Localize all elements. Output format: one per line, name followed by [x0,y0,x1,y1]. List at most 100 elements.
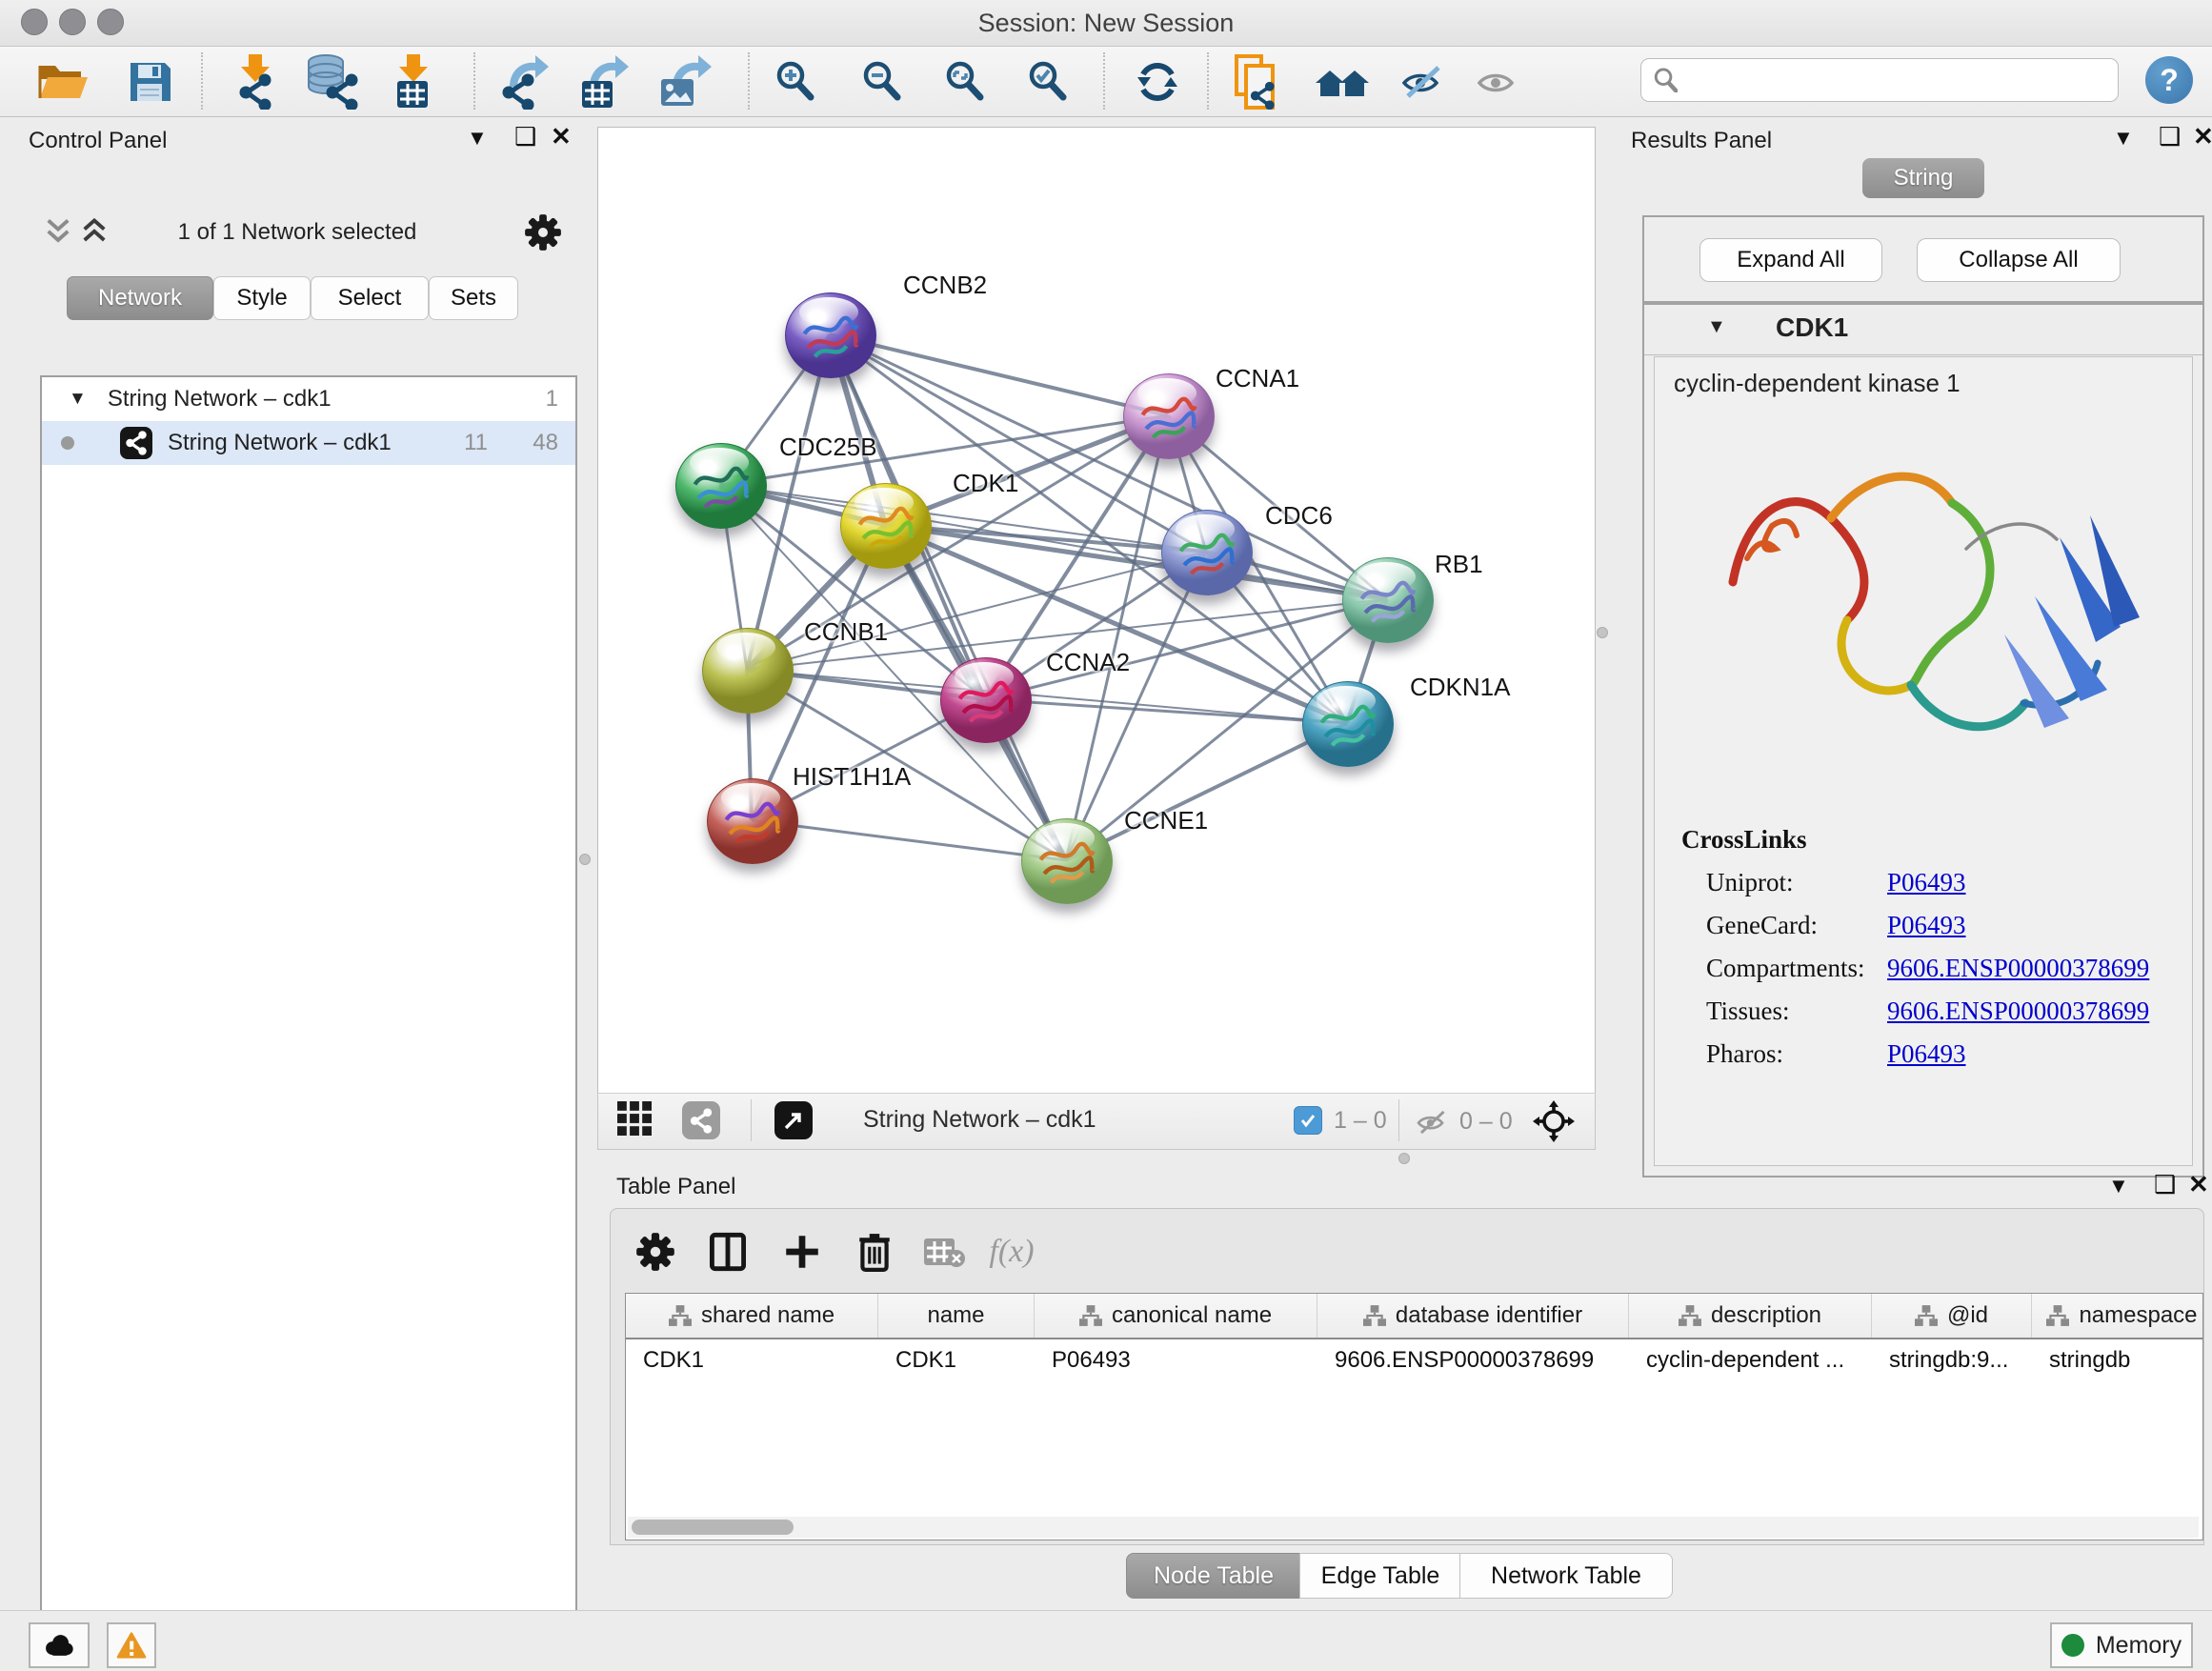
panel-menu-icon[interactable]: ▼ [467,126,488,151]
network-node-ccna1[interactable] [1123,373,1215,459]
panel-menu-icon[interactable]: ▼ [2108,1174,2129,1198]
tab-style[interactable]: Style [213,276,311,320]
detach-view-icon[interactable] [774,1101,813,1139]
tab-sets[interactable]: Sets [429,276,518,320]
function-builder-icon[interactable]: f(x) [988,1228,1036,1276]
open-session-icon[interactable] [36,54,91,110]
network-type-icon[interactable] [682,1101,720,1139]
home-icon[interactable] [1315,54,1370,110]
crosslink-link[interactable]: 9606.ENSP00000378699 [1887,954,2149,983]
zoom-out-icon[interactable] [855,54,910,110]
close-panel-icon[interactable]: ✕ [2193,124,2212,149]
search-input[interactable] [1685,62,2118,98]
table-cell[interactable]: 9606.ENSP00000378699 [1317,1339,1629,1381]
collapse-triangle-icon[interactable]: ▼ [1707,316,1726,338]
scrollbar-thumb[interactable] [632,1520,794,1535]
crosslinks-heading: CrossLinks [1681,825,2192,855]
selected-nodes-indicator[interactable]: 1 – 0 [1294,1106,1387,1135]
help-icon[interactable]: ? [2145,56,2193,104]
tab-string[interactable]: String [1862,158,1984,198]
save-session-icon[interactable] [122,54,177,110]
tab-network-table[interactable]: Network Table [1459,1553,1673,1599]
network-node-rb1[interactable] [1342,557,1434,643]
hide-selected-icon[interactable] [1395,54,1450,110]
column-header-namespace[interactable]: namespace [2032,1294,2203,1338]
add-column-icon[interactable] [778,1228,826,1276]
export-table-icon[interactable] [576,54,632,110]
delete-table-icon[interactable] [921,1228,969,1276]
network-row-selected[interactable]: String Network – cdk1 11 48 [42,421,575,465]
refresh-view-icon[interactable] [1130,54,1185,110]
export-image-icon[interactable] [657,54,713,110]
table-cell[interactable]: CDK1 [878,1339,1035,1381]
network-node-ccnb1[interactable] [702,628,794,714]
table-cell[interactable]: CDK1 [626,1339,878,1381]
column-header-canonical-name[interactable]: canonical name [1035,1294,1317,1338]
hidden-nodes-indicator[interactable]: 0 – 0 [1414,1108,1513,1136]
network-node-cdc6[interactable] [1161,510,1253,595]
birds-eye-navigator-icon[interactable] [1532,1099,1576,1143]
expand-all-networks-icon[interactable] [80,217,109,248]
network-collection-row[interactable]: ▼ String Network – cdk1 1 [42,377,575,421]
left-splitter-handle[interactable] [579,854,591,865]
column-header-description[interactable]: description [1629,1294,1872,1338]
tab-network[interactable]: Network [67,276,213,320]
close-panel-icon[interactable]: ✕ [2188,1172,2209,1197]
float-panel-icon[interactable]: ❑ [514,124,536,149]
import-table-file-icon[interactable] [385,54,440,110]
gene-section-header[interactable]: ▼ CDK1 [1644,305,2202,355]
table-row[interactable]: CDK1CDK1P064939606.ENSP00000378699cyclin… [626,1339,2202,1381]
crosslink-link[interactable]: P06493 [1887,1039,1966,1069]
column-header--id[interactable]: @id [1872,1294,2032,1338]
crosslink-link[interactable]: P06493 [1887,911,1966,940]
warnings-button[interactable] [107,1622,156,1668]
column-header-database-identifier[interactable]: database identifier [1317,1294,1629,1338]
expand-all-button[interactable]: Expand All [1699,238,1882,282]
tab-select[interactable]: Select [311,276,429,320]
right-splitter-handle[interactable] [1597,627,1608,638]
cloud-button[interactable] [29,1622,90,1668]
collapse-all-networks-icon[interactable] [44,217,72,248]
grid-view-icon[interactable] [617,1101,652,1136]
column-header-name[interactable]: name [878,1294,1035,1338]
zoom-in-icon[interactable] [768,54,823,110]
network-node-cdk1[interactable] [840,483,932,569]
column-header-shared-name[interactable]: shared name [626,1294,878,1338]
collapse-all-button[interactable]: Collapse All [1917,238,2121,282]
table-cell[interactable]: stringdb:9... [1872,1339,2032,1381]
new-session-from-selection-icon[interactable] [1227,54,1282,110]
float-panel-icon[interactable]: ❑ [2159,124,2181,149]
network-node-ccna2[interactable] [940,657,1032,743]
horizontal-scrollbar[interactable] [628,1517,2199,1538]
network-node-cdkn1a[interactable] [1302,681,1394,767]
network-view-canvas[interactable]: CCNB2CCNA1CDC25BCDK1CDC6RB1CCNB1CCNA2CDK… [597,127,1596,1094]
crosslink-link[interactable]: 9606.ENSP00000378699 [1887,997,2149,1026]
delete-column-icon[interactable] [851,1228,898,1276]
network-node-ccne1[interactable] [1021,818,1113,904]
select-columns-icon[interactable] [704,1228,752,1276]
network-options-gear-icon[interactable] [524,213,562,252]
network-node-cdc25b[interactable] [675,443,767,529]
export-network-icon[interactable] [496,54,552,110]
import-network-file-icon[interactable] [227,54,282,110]
import-network-database-icon[interactable] [305,54,360,110]
network-node-ccnb2[interactable] [785,292,876,378]
collapse-triangle-icon[interactable]: ▼ [69,389,87,410]
table-cell[interactable]: P06493 [1035,1339,1317,1381]
float-panel-icon[interactable]: ❑ [2154,1172,2176,1197]
memory-button[interactable]: Memory [2050,1622,2193,1668]
network-node-hist1h1a[interactable] [707,778,798,864]
zoom-fit-icon[interactable] [937,54,993,110]
crosslink-link[interactable]: P06493 [1887,868,1966,897]
show-all-icon[interactable] [1470,54,1525,110]
table-cell[interactable]: cyclin-dependent ... [1629,1339,1872,1381]
tab-node-table[interactable]: Node Table [1126,1553,1301,1599]
close-panel-icon[interactable]: ✕ [551,124,572,149]
bottom-splitter-handle[interactable] [1398,1153,1410,1164]
node-label: CDC25B [779,433,877,462]
table-options-gear-icon[interactable] [632,1228,679,1276]
tab-edge-table[interactable]: Edge Table [1299,1553,1461,1599]
zoom-selected-icon[interactable] [1020,54,1076,110]
table-cell[interactable]: stringdb [2032,1339,2203,1381]
panel-menu-icon[interactable]: ▼ [2113,126,2134,151]
